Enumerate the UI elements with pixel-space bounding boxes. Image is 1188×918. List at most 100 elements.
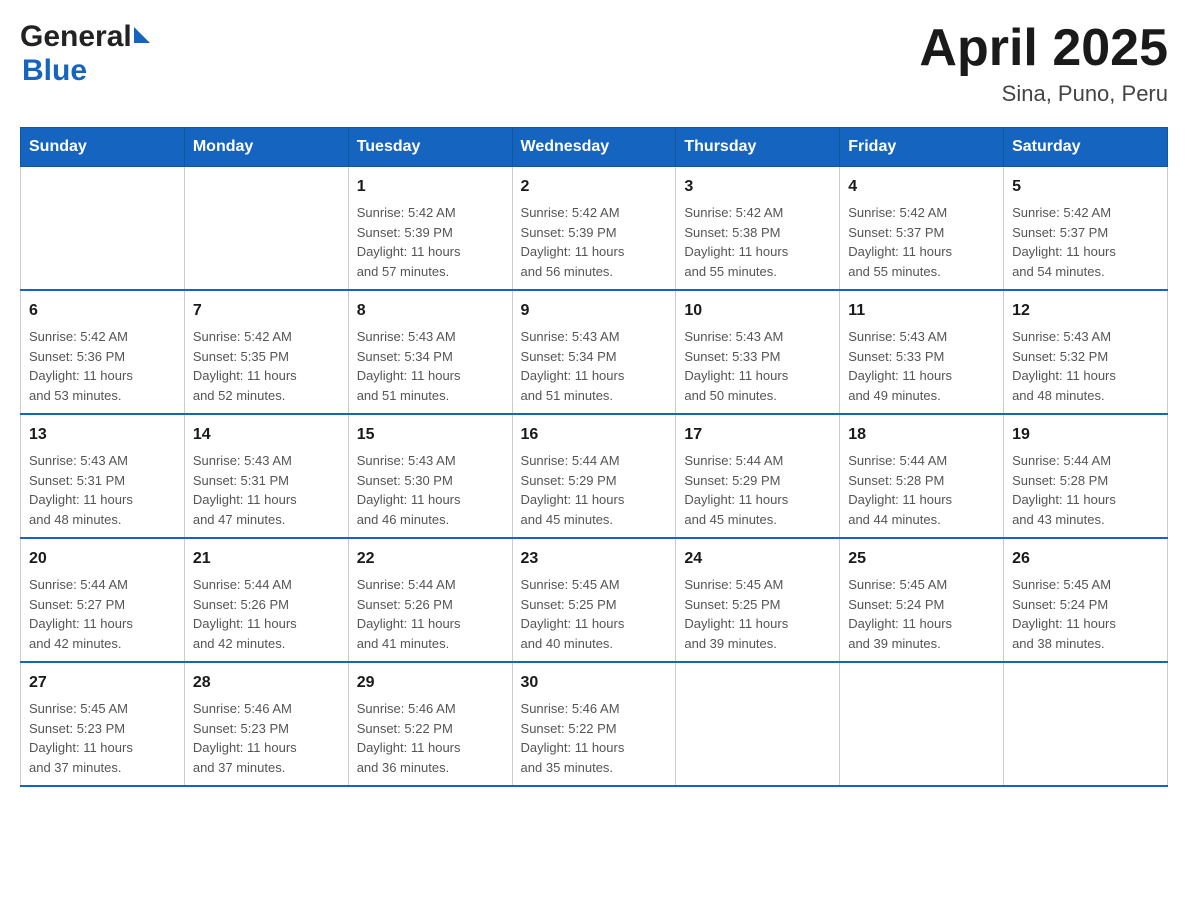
calendar-cell: 25Sunrise: 5:45 AMSunset: 5:24 PMDayligh…: [840, 538, 1004, 662]
day-info-line: and 51 minutes.: [521, 386, 668, 406]
calendar-cell: 6Sunrise: 5:42 AMSunset: 5:36 PMDaylight…: [21, 290, 185, 414]
day-number: 22: [357, 547, 504, 571]
day-info-line: and 49 minutes.: [848, 386, 995, 406]
day-info-line: Daylight: 11 hours: [29, 738, 176, 758]
day-info-line: Daylight: 11 hours: [521, 614, 668, 634]
day-info-line: Sunrise: 5:45 AM: [1012, 575, 1159, 595]
day-info-line: and 45 minutes.: [684, 510, 831, 530]
day-info-line: Daylight: 11 hours: [1012, 366, 1159, 386]
day-number: 10: [684, 299, 831, 323]
day-info-line: Sunrise: 5:46 AM: [193, 699, 340, 719]
day-info-line: Sunset: 5:23 PM: [193, 719, 340, 739]
calendar-cell: 8Sunrise: 5:43 AMSunset: 5:34 PMDaylight…: [348, 290, 512, 414]
day-info-line: Sunset: 5:22 PM: [357, 719, 504, 739]
day-info-line: and 36 minutes.: [357, 758, 504, 778]
day-number: 16: [521, 423, 668, 447]
day-info-line: Sunrise: 5:43 AM: [521, 327, 668, 347]
page-header: General Blue April 2025 Sina, Puno, Peru: [20, 20, 1168, 107]
calendar-body: 1Sunrise: 5:42 AMSunset: 5:39 PMDaylight…: [21, 167, 1168, 787]
day-info-line: Sunrise: 5:43 AM: [193, 451, 340, 471]
day-info-line: Daylight: 11 hours: [684, 242, 831, 262]
day-info-line: Daylight: 11 hours: [848, 490, 995, 510]
day-number: 20: [29, 547, 176, 571]
calendar-cell: 7Sunrise: 5:42 AMSunset: 5:35 PMDaylight…: [184, 290, 348, 414]
day-info-line: and 44 minutes.: [848, 510, 995, 530]
day-info-line: Sunset: 5:38 PM: [684, 223, 831, 243]
day-info-line: and 46 minutes.: [357, 510, 504, 530]
day-info-line: Sunset: 5:36 PM: [29, 347, 176, 367]
day-info-line: Daylight: 11 hours: [357, 614, 504, 634]
day-info-line: Sunset: 5:32 PM: [1012, 347, 1159, 367]
day-number: 23: [521, 547, 668, 571]
calendar-cell: 5Sunrise: 5:42 AMSunset: 5:37 PMDaylight…: [1004, 167, 1168, 291]
day-info-line: Daylight: 11 hours: [848, 242, 995, 262]
day-info-line: and 47 minutes.: [193, 510, 340, 530]
day-info-line: Daylight: 11 hours: [521, 490, 668, 510]
day-info-line: Sunset: 5:24 PM: [848, 595, 995, 615]
day-number: 25: [848, 547, 995, 571]
day-number: 8: [357, 299, 504, 323]
calendar-subtitle: Sina, Puno, Peru: [919, 81, 1168, 107]
day-info-line: and 42 minutes.: [29, 634, 176, 654]
calendar-cell: 28Sunrise: 5:46 AMSunset: 5:23 PMDayligh…: [184, 662, 348, 786]
day-info-line: Daylight: 11 hours: [193, 614, 340, 634]
day-number: 5: [1012, 175, 1159, 199]
day-number: 3: [684, 175, 831, 199]
day-number: 1: [357, 175, 504, 199]
day-info-line: Sunrise: 5:44 AM: [684, 451, 831, 471]
day-info-line: Daylight: 11 hours: [1012, 614, 1159, 634]
day-info-line: Daylight: 11 hours: [848, 366, 995, 386]
calendar-header: SundayMondayTuesdayWednesdayThursdayFrid…: [21, 128, 1168, 167]
calendar-day-header: Saturday: [1004, 128, 1168, 167]
day-number: 27: [29, 671, 176, 695]
day-info-line: Daylight: 11 hours: [193, 738, 340, 758]
calendar-cell: 19Sunrise: 5:44 AMSunset: 5:28 PMDayligh…: [1004, 414, 1168, 538]
day-info-line: Sunset: 5:37 PM: [848, 223, 995, 243]
calendar-cell: [184, 167, 348, 291]
logo-arrow-icon: [134, 27, 150, 43]
day-info-line: Sunrise: 5:42 AM: [521, 203, 668, 223]
day-info-line: Daylight: 11 hours: [521, 242, 668, 262]
day-info-line: Daylight: 11 hours: [684, 490, 831, 510]
logo-general-text: General: [20, 20, 132, 54]
day-info-line: Sunrise: 5:43 AM: [684, 327, 831, 347]
day-info-line: Sunrise: 5:42 AM: [684, 203, 831, 223]
calendar-table: SundayMondayTuesdayWednesdayThursdayFrid…: [20, 127, 1168, 787]
day-info-line: Daylight: 11 hours: [1012, 242, 1159, 262]
day-info-line: Sunset: 5:34 PM: [521, 347, 668, 367]
day-info-line: Daylight: 11 hours: [357, 366, 504, 386]
day-info-line: Daylight: 11 hours: [357, 490, 504, 510]
calendar-day-header: Monday: [184, 128, 348, 167]
day-info-line: Sunset: 5:27 PM: [29, 595, 176, 615]
day-number: 2: [521, 175, 668, 199]
calendar-cell: [1004, 662, 1168, 786]
day-number: 29: [357, 671, 504, 695]
calendar-cell: 23Sunrise: 5:45 AMSunset: 5:25 PMDayligh…: [512, 538, 676, 662]
day-info-line: Sunrise: 5:42 AM: [848, 203, 995, 223]
day-info-line: and 54 minutes.: [1012, 262, 1159, 282]
day-info-line: Sunset: 5:34 PM: [357, 347, 504, 367]
day-info-line: Sunset: 5:30 PM: [357, 471, 504, 491]
day-info-line: Sunset: 5:22 PM: [521, 719, 668, 739]
day-info-line: Sunset: 5:28 PM: [1012, 471, 1159, 491]
day-info-line: and 50 minutes.: [684, 386, 831, 406]
day-info-line: Daylight: 11 hours: [1012, 490, 1159, 510]
day-number: 14: [193, 423, 340, 447]
day-info-line: Sunset: 5:29 PM: [684, 471, 831, 491]
calendar-cell: 11Sunrise: 5:43 AMSunset: 5:33 PMDayligh…: [840, 290, 1004, 414]
day-info-line: Daylight: 11 hours: [357, 242, 504, 262]
day-info-line: Sunrise: 5:43 AM: [848, 327, 995, 347]
calendar-cell: [676, 662, 840, 786]
day-info-line: and 39 minutes.: [684, 634, 831, 654]
calendar-header-row: SundayMondayTuesdayWednesdayThursdayFrid…: [21, 128, 1168, 167]
calendar-cell: 4Sunrise: 5:42 AMSunset: 5:37 PMDaylight…: [840, 167, 1004, 291]
day-info-line: Sunrise: 5:42 AM: [29, 327, 176, 347]
calendar-cell: 13Sunrise: 5:43 AMSunset: 5:31 PMDayligh…: [21, 414, 185, 538]
day-info-line: and 52 minutes.: [193, 386, 340, 406]
day-info-line: Sunset: 5:23 PM: [29, 719, 176, 739]
calendar-day-header: Wednesday: [512, 128, 676, 167]
day-info-line: Sunrise: 5:44 AM: [193, 575, 340, 595]
day-info-line: Sunrise: 5:45 AM: [521, 575, 668, 595]
calendar-cell: 27Sunrise: 5:45 AMSunset: 5:23 PMDayligh…: [21, 662, 185, 786]
day-info-line: Daylight: 11 hours: [521, 738, 668, 758]
